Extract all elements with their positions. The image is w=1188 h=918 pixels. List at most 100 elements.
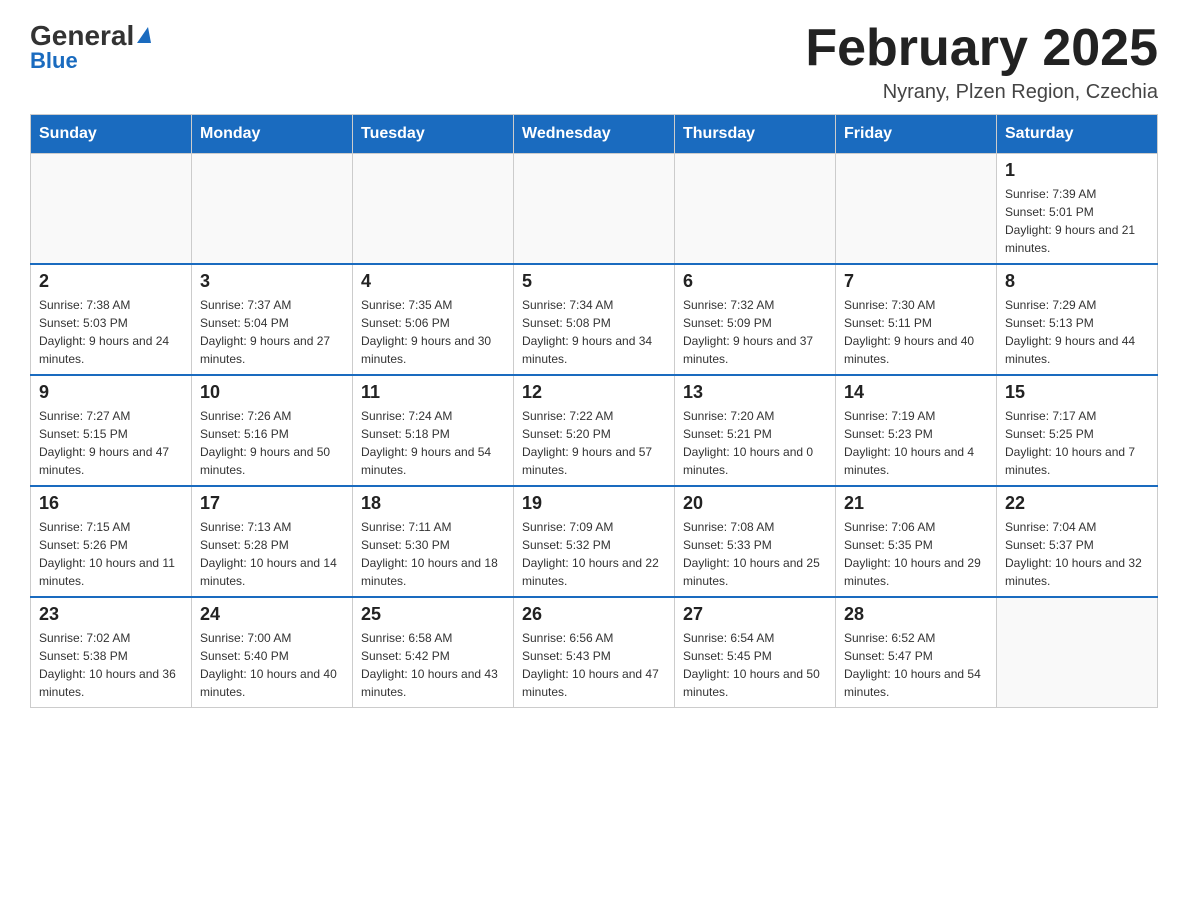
calendar-cell-week3-day2: 18 Sunrise: 7:11 AM Sunset: 5:30 PM Dayl… xyxy=(353,486,514,597)
day-info: Sunrise: 7:04 AM Sunset: 5:37 PM Dayligh… xyxy=(1005,518,1149,590)
calendar-cell-week4-day3: 26 Sunrise: 6:56 AM Sunset: 5:43 PM Dayl… xyxy=(514,597,675,708)
day-info: Sunrise: 7:19 AM Sunset: 5:23 PM Dayligh… xyxy=(844,407,988,479)
day-number: 25 xyxy=(361,604,505,625)
day-info: Sunrise: 7:26 AM Sunset: 5:16 PM Dayligh… xyxy=(200,407,344,479)
day-number: 27 xyxy=(683,604,827,625)
calendar-cell-week1-day3: 5 Sunrise: 7:34 AM Sunset: 5:08 PM Dayli… xyxy=(514,264,675,375)
daylight-text: Daylight: 9 hours and 40 minutes. xyxy=(844,334,974,366)
day-number: 14 xyxy=(844,382,988,403)
calendar-cell-week1-day2: 4 Sunrise: 7:35 AM Sunset: 5:06 PM Dayli… xyxy=(353,264,514,375)
sunrise-text: Sunrise: 7:37 AM xyxy=(200,298,291,312)
logo: General Blue xyxy=(30,20,151,74)
day-number: 16 xyxy=(39,493,183,514)
daylight-text: Daylight: 10 hours and 4 minutes. xyxy=(844,445,974,477)
sunrise-text: Sunrise: 7:11 AM xyxy=(361,520,452,534)
col-saturday: Saturday xyxy=(997,115,1158,154)
calendar-cell-week0-day3 xyxy=(514,154,675,265)
day-info: Sunrise: 7:24 AM Sunset: 5:18 PM Dayligh… xyxy=(361,407,505,479)
calendar-week-row-1: 2 Sunrise: 7:38 AM Sunset: 5:03 PM Dayli… xyxy=(31,264,1158,375)
daylight-text: Daylight: 9 hours and 27 minutes. xyxy=(200,334,330,366)
day-info: Sunrise: 7:32 AM Sunset: 5:09 PM Dayligh… xyxy=(683,296,827,368)
daylight-text: Daylight: 10 hours and 14 minutes. xyxy=(200,556,337,588)
sunrise-text: Sunrise: 7:08 AM xyxy=(683,520,774,534)
sunset-text: Sunset: 5:43 PM xyxy=(522,649,611,663)
calendar-week-row-0: 1 Sunrise: 7:39 AM Sunset: 5:01 PM Dayli… xyxy=(31,154,1158,265)
sunset-text: Sunset: 5:26 PM xyxy=(39,538,128,552)
daylight-text: Daylight: 10 hours and 18 minutes. xyxy=(361,556,498,588)
daylight-text: Daylight: 10 hours and 11 minutes. xyxy=(39,556,175,588)
sunrise-text: Sunrise: 7:20 AM xyxy=(683,409,774,423)
sunset-text: Sunset: 5:11 PM xyxy=(844,316,932,330)
sunrise-text: Sunrise: 7:38 AM xyxy=(39,298,130,312)
day-number: 10 xyxy=(200,382,344,403)
title-block: February 2025 Nyrany, Plzen Region, Czec… xyxy=(805,20,1158,104)
day-info: Sunrise: 7:30 AM Sunset: 5:11 PM Dayligh… xyxy=(844,296,988,368)
day-info: Sunrise: 7:29 AM Sunset: 5:13 PM Dayligh… xyxy=(1005,296,1149,368)
daylight-text: Daylight: 9 hours and 30 minutes. xyxy=(361,334,491,366)
calendar-header-row: Sunday Monday Tuesday Wednesday Thursday… xyxy=(31,115,1158,154)
col-wednesday: Wednesday xyxy=(514,115,675,154)
day-info: Sunrise: 7:00 AM Sunset: 5:40 PM Dayligh… xyxy=(200,629,344,701)
sunset-text: Sunset: 5:18 PM xyxy=(361,427,450,441)
sunset-text: Sunset: 5:47 PM xyxy=(844,649,933,663)
day-info: Sunrise: 7:17 AM Sunset: 5:25 PM Dayligh… xyxy=(1005,407,1149,479)
sunset-text: Sunset: 5:20 PM xyxy=(522,427,611,441)
daylight-text: Daylight: 10 hours and 32 minutes. xyxy=(1005,556,1142,588)
day-info: Sunrise: 7:08 AM Sunset: 5:33 PM Dayligh… xyxy=(683,518,827,590)
day-info: Sunrise: 7:15 AM Sunset: 5:26 PM Dayligh… xyxy=(39,518,183,590)
sunset-text: Sunset: 5:08 PM xyxy=(522,316,611,330)
day-number: 21 xyxy=(844,493,988,514)
daylight-text: Daylight: 9 hours and 54 minutes. xyxy=(361,445,491,477)
day-number: 24 xyxy=(200,604,344,625)
day-info: Sunrise: 6:58 AM Sunset: 5:42 PM Dayligh… xyxy=(361,629,505,701)
calendar-cell-week1-day4: 6 Sunrise: 7:32 AM Sunset: 5:09 PM Dayli… xyxy=(675,264,836,375)
day-number: 23 xyxy=(39,604,183,625)
sunset-text: Sunset: 5:30 PM xyxy=(361,538,450,552)
daylight-text: Daylight: 10 hours and 50 minutes. xyxy=(683,667,820,699)
day-info: Sunrise: 7:06 AM Sunset: 5:35 PM Dayligh… xyxy=(844,518,988,590)
day-number: 5 xyxy=(522,271,666,292)
sunrise-text: Sunrise: 6:54 AM xyxy=(683,631,774,645)
calendar-cell-week3-day5: 21 Sunrise: 7:06 AM Sunset: 5:35 PM Dayl… xyxy=(836,486,997,597)
calendar-cell-week0-day1 xyxy=(192,154,353,265)
sunset-text: Sunset: 5:21 PM xyxy=(683,427,772,441)
calendar-cell-week3-day3: 19 Sunrise: 7:09 AM Sunset: 5:32 PM Dayl… xyxy=(514,486,675,597)
sunset-text: Sunset: 5:32 PM xyxy=(522,538,611,552)
day-info: Sunrise: 7:37 AM Sunset: 5:04 PM Dayligh… xyxy=(200,296,344,368)
calendar-cell-week1-day1: 3 Sunrise: 7:37 AM Sunset: 5:04 PM Dayli… xyxy=(192,264,353,375)
calendar-cell-week2-day6: 15 Sunrise: 7:17 AM Sunset: 5:25 PM Dayl… xyxy=(997,375,1158,486)
day-info: Sunrise: 7:13 AM Sunset: 5:28 PM Dayligh… xyxy=(200,518,344,590)
day-number: 7 xyxy=(844,271,988,292)
day-number: 22 xyxy=(1005,493,1149,514)
day-number: 9 xyxy=(39,382,183,403)
day-info: Sunrise: 6:56 AM Sunset: 5:43 PM Dayligh… xyxy=(522,629,666,701)
sunrise-text: Sunrise: 7:24 AM xyxy=(361,409,452,423)
day-number: 15 xyxy=(1005,382,1149,403)
day-number: 13 xyxy=(683,382,827,403)
day-info: Sunrise: 7:39 AM Sunset: 5:01 PM Dayligh… xyxy=(1005,185,1149,257)
daylight-text: Daylight: 10 hours and 0 minutes. xyxy=(683,445,813,477)
day-info: Sunrise: 7:34 AM Sunset: 5:08 PM Dayligh… xyxy=(522,296,666,368)
daylight-text: Daylight: 9 hours and 47 minutes. xyxy=(39,445,169,477)
calendar-cell-week0-day5 xyxy=(836,154,997,265)
calendar-cell-week2-day1: 10 Sunrise: 7:26 AM Sunset: 5:16 PM Dayl… xyxy=(192,375,353,486)
sunrise-text: Sunrise: 7:32 AM xyxy=(683,298,774,312)
sunset-text: Sunset: 5:15 PM xyxy=(39,427,128,441)
sunset-text: Sunset: 5:01 PM xyxy=(1005,205,1094,219)
sunrise-text: Sunrise: 7:29 AM xyxy=(1005,298,1096,312)
sunrise-text: Sunrise: 7:17 AM xyxy=(1005,409,1096,423)
calendar-cell-week0-day2 xyxy=(353,154,514,265)
logo-triangle-icon xyxy=(137,27,151,43)
calendar-cell-week2-day3: 12 Sunrise: 7:22 AM Sunset: 5:20 PM Dayl… xyxy=(514,375,675,486)
sunrise-text: Sunrise: 7:27 AM xyxy=(39,409,130,423)
day-info: Sunrise: 7:02 AM Sunset: 5:38 PM Dayligh… xyxy=(39,629,183,701)
sunrise-text: Sunrise: 7:13 AM xyxy=(200,520,291,534)
day-number: 12 xyxy=(522,382,666,403)
sunset-text: Sunset: 5:16 PM xyxy=(200,427,289,441)
day-number: 11 xyxy=(361,382,505,403)
day-number: 17 xyxy=(200,493,344,514)
calendar-cell-week3-day6: 22 Sunrise: 7:04 AM Sunset: 5:37 PM Dayl… xyxy=(997,486,1158,597)
sunset-text: Sunset: 5:45 PM xyxy=(683,649,772,663)
day-number: 6 xyxy=(683,271,827,292)
daylight-text: Daylight: 9 hours and 21 minutes. xyxy=(1005,223,1135,255)
